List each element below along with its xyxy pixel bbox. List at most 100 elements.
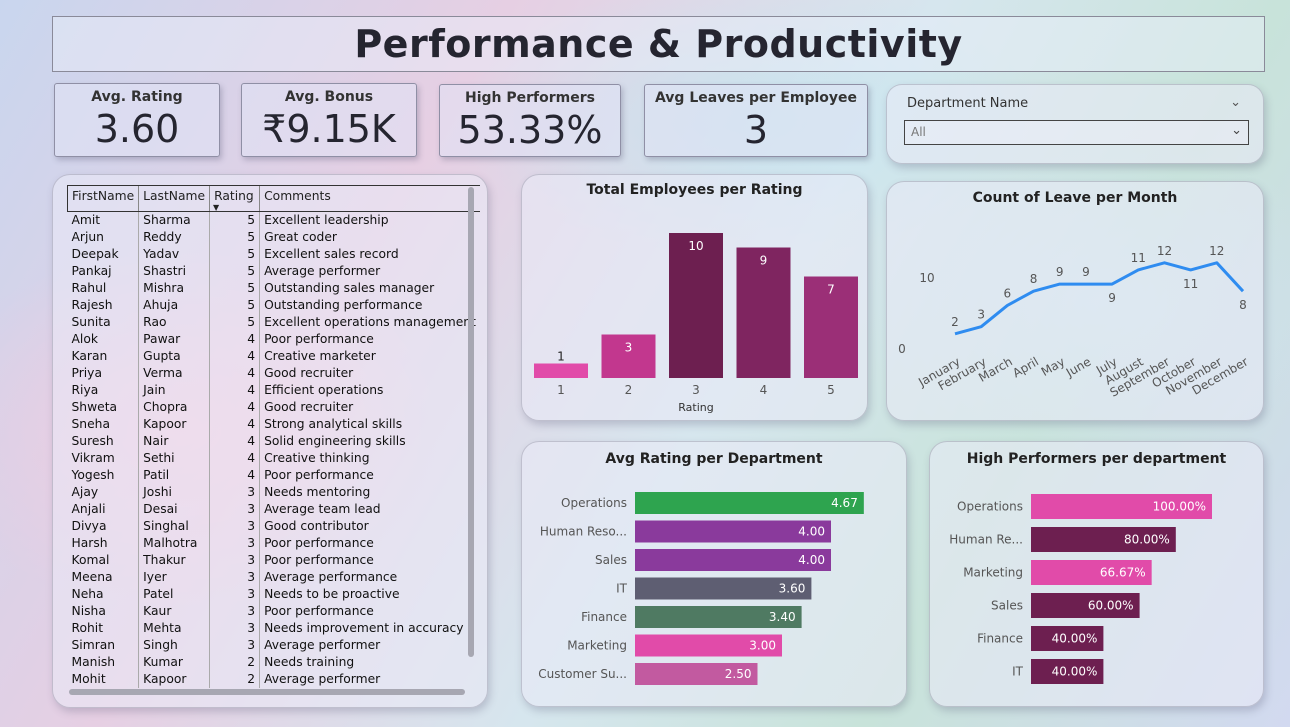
table-cell: Mehta: [138, 620, 210, 637]
kpi-avg-leaves: Avg Leaves per Employee 3: [644, 84, 868, 157]
data-label: 6: [1004, 286, 1012, 300]
sort-descending-icon[interactable]: ▼: [213, 203, 219, 212]
table-row[interactable]: Riya Jain 4 Efficient operations: [68, 382, 480, 399]
table-cell: Rao: [138, 314, 210, 331]
y-tick-label: IT: [616, 582, 628, 596]
data-label: 40.00%: [1052, 665, 1098, 679]
table-row[interactable]: Vikram Sethi 4 Creative thinking: [68, 450, 480, 467]
table-cell: Desai: [138, 501, 210, 518]
data-label: 9: [1082, 265, 1090, 279]
table-cell: Yogesh: [71, 468, 115, 482]
table-cell: 5: [209, 314, 260, 331]
table-cell: Sharma: [138, 211, 210, 229]
table-cell: Jain: [138, 382, 210, 399]
table-cell: Creative thinking: [259, 450, 480, 467]
table-row[interactable]: Simran Singh 3 Average performer: [68, 637, 480, 654]
table-row[interactable]: Nisha Kaur 3 Poor performance: [68, 603, 480, 620]
department-slicer[interactable]: Department Name ⌄ All ⌄: [886, 84, 1264, 164]
table-row[interactable]: Neha Patel 3 Needs to be proactive: [68, 586, 480, 603]
x-tick-label: April: [1010, 354, 1041, 380]
table-row[interactable]: Divya Singhal 3 Good contributor: [68, 518, 480, 535]
table-cell: Malhotra: [138, 535, 210, 552]
data-label: 100.00%: [1153, 500, 1206, 514]
data-label: 60.00%: [1088, 599, 1134, 613]
table-cell: 4: [209, 433, 260, 450]
table-cell: Priya: [71, 366, 102, 380]
table-row[interactable]: Priya Verma 4 Good recruiter: [68, 365, 480, 382]
table-row[interactable]: Alok Pawar 4 Poor performance: [68, 331, 480, 348]
kpi-value: ₹9.15K: [262, 107, 396, 151]
data-label: 10: [688, 239, 703, 253]
table-cell: Average performer: [259, 671, 480, 688]
table-cell: 2: [209, 654, 260, 671]
table-row[interactable]: Mohit Kapoor 2 Average performer: [68, 671, 480, 688]
table-cell: Suresh: [71, 434, 114, 448]
table-row[interactable]: Anjali Desai 3 Average team lead: [68, 501, 480, 518]
data-label: 11: [1183, 277, 1198, 291]
x-tick-label: May: [1039, 354, 1067, 379]
kpi-value: 3: [743, 108, 769, 152]
table-row[interactable]: Sunita Rao 5 Excellent operations managemen…: [68, 314, 480, 331]
table-row[interactable]: Meena Iyer 3 Average performance: [68, 569, 480, 586]
vertical-scrollbar[interactable]: [468, 187, 474, 657]
table-row[interactable]: Pankaj Shastri 5 Average performer: [68, 263, 480, 280]
column-header[interactable]: Comments: [259, 185, 480, 212]
table-cell: 5: [209, 280, 260, 297]
table-cell: Divya: [71, 519, 107, 533]
table-cell: Amit: [71, 213, 101, 227]
table-row[interactable]: Harsh Malhotra 3 Poor performance: [68, 535, 480, 552]
table-row[interactable]: Arjun Reddy 5 Great coder: [68, 229, 480, 246]
table-row[interactable]: Suresh Nair 4 Solid engineering skills: [68, 433, 480, 450]
table-row[interactable]: Rahul Mishra 5 Outstanding sales manager: [68, 280, 480, 297]
table-cell: Poor performance: [259, 603, 480, 620]
leave-per-month-card: Count of Leave per Month 10 0 2 January 3 Feb…: [886, 181, 1264, 421]
table-row[interactable]: Komal Thakur 3 Poor performance: [68, 552, 480, 569]
table-cell: Kapoor: [138, 416, 210, 433]
table-cell: 3: [209, 603, 260, 620]
table-row[interactable]: Sneha Kapoor 4 Strong analytical skills: [68, 416, 480, 433]
table-cell: Good contributor: [259, 518, 480, 535]
table-cell: Poor performance: [259, 535, 480, 552]
table-cell: Sneha: [71, 417, 111, 431]
data-label: 9: [760, 254, 768, 268]
table-cell: Deepak: [71, 247, 119, 261]
leave-per-month-chart: 1002January3February6March8April9May9Jun…: [898, 244, 1250, 400]
column-header[interactable]: FirstName: [66, 185, 139, 212]
table-cell: 4: [209, 399, 260, 416]
table-cell: Joshi: [138, 484, 210, 501]
series-line: [954, 261, 1245, 336]
table-cell: Poor performance: [259, 467, 480, 484]
employees-per-rating-card: Total Employees per Rating 1 1 3 2 10 3 9 4 7 5 Ra…: [521, 174, 868, 421]
data-label: 9: [1056, 265, 1064, 279]
table-cell: Simran: [71, 638, 116, 652]
horizontal-scrollbar[interactable]: [69, 689, 465, 695]
table-row[interactable]: Yogesh Patil 4 Poor performance: [68, 467, 480, 484]
table-row[interactable]: Shweta Chopra 4 Good recruiter: [68, 399, 480, 416]
table-cell: Poor performance: [259, 331, 480, 348]
table-cell: Mishra: [138, 280, 210, 297]
table-cell: Ahuja: [138, 297, 210, 314]
data-label: 8: [1030, 272, 1038, 286]
table-row[interactable]: Rajesh Ahuja 5 Outstanding performance: [68, 297, 480, 314]
table-row[interactable]: Manish Kumar 2 Needs training: [68, 654, 480, 671]
table-row[interactable]: Rohit Mehta 3 Needs improvement in accuracy: [68, 620, 480, 637]
x-axis-title: Rating: [678, 401, 713, 414]
kpi-label: High Performers: [465, 90, 595, 106]
table-cell: Singh: [138, 637, 210, 654]
dropdown-value: All: [911, 125, 926, 139]
table-cell: 3: [209, 518, 260, 535]
column-header[interactable]: LastName: [138, 185, 210, 212]
table-cell: Ajay: [71, 485, 99, 499]
table-row[interactable]: Karan Gupta 4 Creative marketer: [68, 348, 480, 365]
chevron-down-icon[interactable]: ⌄: [1231, 123, 1242, 138]
table-cell: Anjali: [71, 502, 106, 516]
table-cell: Riya: [71, 383, 99, 397]
data-label: 12: [1157, 244, 1172, 258]
table-cell: Outstanding performance: [259, 297, 480, 314]
table-row[interactable]: Deepak Yadav 5 Excellent sales record: [68, 246, 480, 263]
table-row[interactable]: Amit Sharma 5 Excellent leadership: [68, 211, 480, 229]
chevron-down-icon[interactable]: ⌄: [1230, 95, 1241, 110]
department-dropdown[interactable]: All ⌄: [904, 120, 1249, 145]
table-row[interactable]: Ajay Joshi 3 Needs mentoring: [68, 484, 480, 501]
table-cell: Excellent sales record: [259, 246, 480, 263]
